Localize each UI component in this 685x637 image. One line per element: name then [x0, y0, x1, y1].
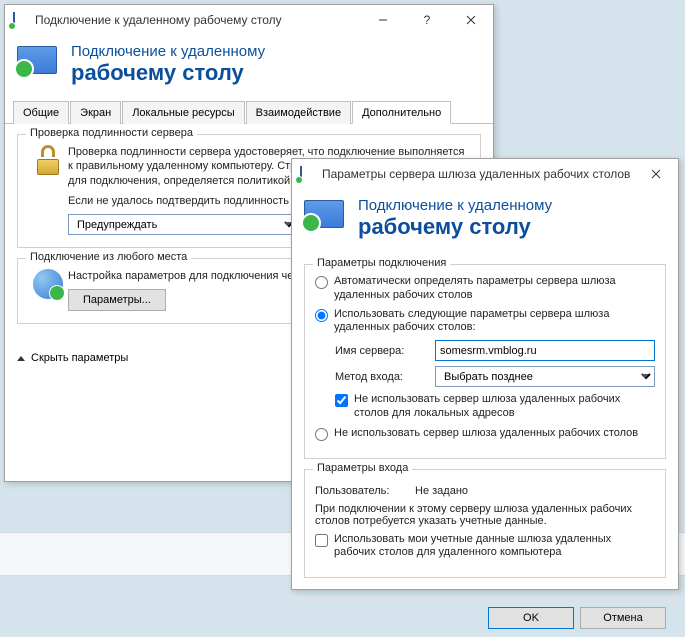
radio-no-gateway-label: Не использовать сервер шлюза удаленных р…: [334, 427, 638, 441]
rdp-logo-icon: [304, 200, 348, 238]
titlebar[interactable]: Подключение к удаленному рабочему столу …: [5, 5, 493, 35]
radio-use-settings[interactable]: [315, 309, 328, 322]
rdp-logo-icon: [17, 46, 61, 84]
logon-method-select[interactable]: Выбрать позднее: [435, 366, 655, 387]
radio-no-gateway[interactable]: [315, 428, 328, 441]
radio-auto-detect[interactable]: [315, 276, 328, 289]
rdp-app-icon: [300, 166, 316, 182]
radio-use-settings-label: Использовать следующие параметры сервера…: [334, 308, 655, 336]
user-label: Пользователь:: [315, 485, 415, 497]
hide-options-label: Скрыть параметры: [31, 352, 128, 364]
checkbox-use-gateway-creds[interactable]: [315, 534, 328, 547]
gateway-settings-window: Параметры сервера шлюза удаленных рабочи…: [291, 158, 679, 590]
help-button[interactable]: ?: [405, 6, 449, 35]
checkbox-bypass-local[interactable]: [335, 394, 348, 407]
tab-local-resources[interactable]: Локальные ресурсы: [122, 101, 244, 124]
checkbox-bypass-local-label: Не использовать сервер шлюза удаленных р…: [354, 393, 655, 421]
radio-auto-detect-label: Автоматически определять параметры серве…: [334, 275, 655, 303]
group-logon-params: Параметры входа Пользователь: Не задано …: [304, 469, 666, 579]
globe-icon: [33, 269, 63, 299]
tab-experience[interactable]: Взаимодействие: [246, 101, 351, 124]
tabs-bar: Общие Экран Локальные ресурсы Взаимодейс…: [5, 100, 493, 124]
close-button[interactable]: [634, 160, 678, 189]
tab-general[interactable]: Общие: [13, 101, 69, 124]
cancel-button[interactable]: Отмена: [580, 607, 666, 629]
logon-note: При подключении к этому серверу шлюза уд…: [315, 503, 655, 527]
group-server-auth-title: Проверка подлинности сервера: [26, 127, 197, 139]
chevron-up-icon: [17, 356, 25, 361]
ok-button[interactable]: OK: [488, 607, 574, 629]
minimize-button[interactable]: [361, 6, 405, 35]
dialog-buttons: OK Отмена: [292, 598, 678, 637]
header-text: Подключение к удаленному рабочему столу: [71, 43, 265, 86]
rdp-app-icon: [13, 12, 29, 28]
window-title: Параметры сервера шлюза удаленных рабочи…: [322, 167, 634, 181]
gateway-settings-button[interactable]: Параметры...: [68, 289, 166, 311]
checkbox-use-gateway-creds-label: Использовать мои учетные данные шлюза уд…: [334, 533, 655, 561]
titlebar[interactable]: Параметры сервера шлюза удаленных рабочи…: [292, 159, 678, 189]
user-value: Не задано: [415, 485, 655, 497]
gateway-content: Параметры подключения Автоматически опре…: [292, 254, 678, 598]
server-name-input[interactable]: [435, 340, 655, 361]
close-button[interactable]: [449, 6, 493, 35]
auth-fail-select[interactable]: Предупреждать: [68, 214, 298, 235]
help-icon: ?: [424, 13, 431, 27]
group-connect-anywhere-title: Подключение из любого места: [26, 251, 191, 263]
tab-advanced[interactable]: Дополнительно: [352, 101, 451, 124]
server-name-label: Имя сервера:: [335, 345, 435, 357]
header-text: Подключение к удаленному рабочему столу: [358, 197, 552, 240]
window-title: Подключение к удаленному рабочему столу: [35, 13, 361, 27]
logon-method-label: Метод входа:: [335, 371, 435, 383]
group-logon-params-title: Параметры входа: [313, 462, 412, 474]
header-banner: Подключение к удаленному рабочему столу: [292, 189, 678, 254]
tab-display[interactable]: Экран: [70, 101, 121, 124]
header-banner: Подключение к удаленному рабочему столу: [5, 35, 493, 100]
lock-icon: [34, 145, 62, 175]
group-connection-params: Параметры подключения Автоматически опре…: [304, 264, 666, 459]
group-connection-params-title: Параметры подключения: [313, 257, 450, 269]
